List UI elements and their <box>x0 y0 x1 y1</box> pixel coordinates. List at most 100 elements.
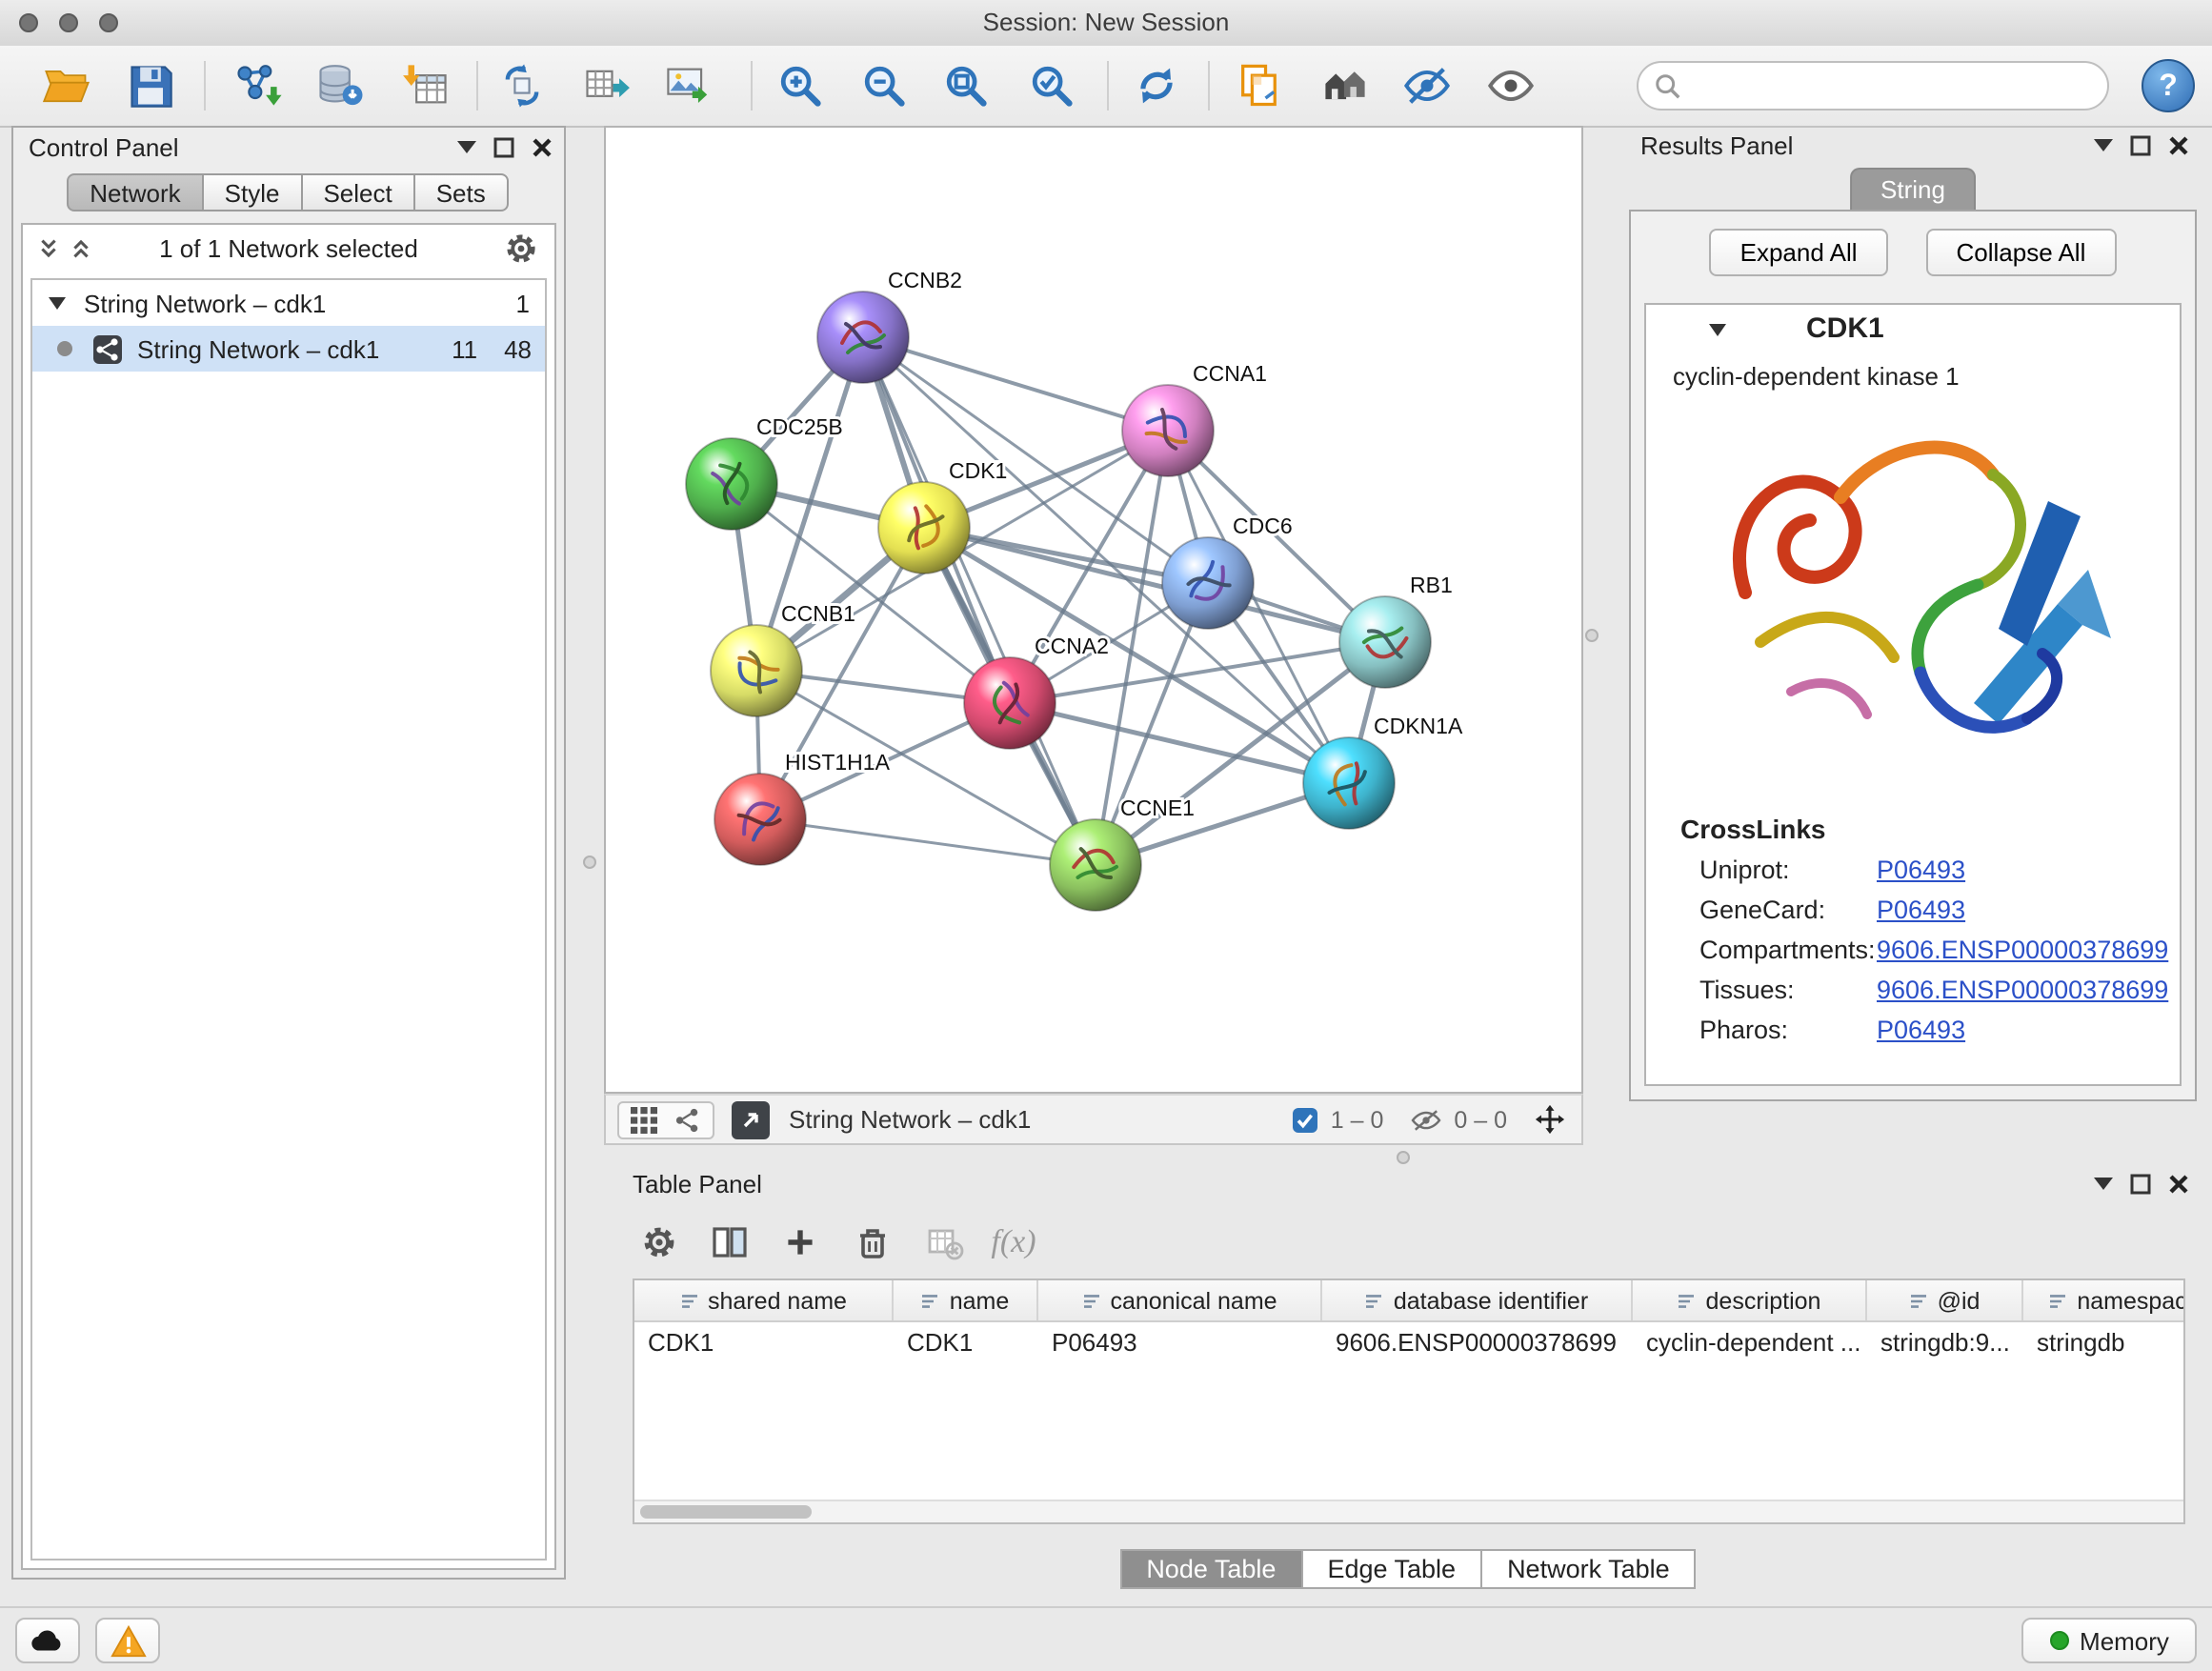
minimize-window-button[interactable] <box>59 13 78 32</box>
control-tab-style[interactable]: Style <box>202 173 303 211</box>
crosslink-value-link[interactable]: P06493 <box>1877 856 1965 884</box>
new-network-from-selection-button[interactable] <box>575 55 636 116</box>
column-header-description[interactable]: description <box>1633 1280 1867 1320</box>
bottom-splitter-handle[interactable] <box>1397 1151 1410 1164</box>
help-button[interactable]: ? <box>2142 59 2195 112</box>
home-browser-button[interactable] <box>1315 55 1376 116</box>
save-session-button[interactable] <box>120 55 181 116</box>
network-canvas[interactable]: CCNB2CCNA1CDC25BCDK1CDC6RB1CCNB1CCNA2CDK… <box>604 126 1583 1094</box>
network-node-circle-CCNB1[interactable] <box>711 625 802 716</box>
crosslinks-heading: CrossLinks <box>1646 798 2180 850</box>
disclosure-triangle-icon[interactable] <box>48 295 67 311</box>
column-header-shared-name[interactable]: shared name <box>634 1280 894 1320</box>
network-node-circle-CCNA1[interactable] <box>1122 385 1214 476</box>
memory-button[interactable]: Memory <box>2021 1618 2197 1663</box>
control-tab-sets[interactable]: Sets <box>413 173 509 211</box>
import-network-file-button[interactable] <box>227 55 288 116</box>
tab-network-table[interactable]: Network Table <box>1480 1549 1697 1589</box>
hide-selected-button[interactable] <box>1397 55 1458 116</box>
gene-card-header[interactable]: CDK1 <box>1646 305 2180 354</box>
network-node-circle-CCNA2[interactable] <box>964 657 1056 749</box>
crosslink-value-link[interactable]: 9606.ENSP00000378699 <box>1877 976 2168 1004</box>
grid-view-icon[interactable] <box>631 1106 657 1133</box>
column-header--id[interactable]: @id <box>1867 1280 2023 1320</box>
network-edge-CCNA2-CDKN1A[interactable] <box>1010 703 1349 783</box>
expand-all-button[interactable]: Expand All <box>1710 229 1888 276</box>
network-node-circle-CCNB2[interactable] <box>817 292 909 383</box>
node-label-CCNA1: CCNA1 <box>1193 361 1267 386</box>
open-session-button[interactable] <box>36 55 97 116</box>
close-panel-icon[interactable] <box>532 137 553 158</box>
warnings-button[interactable] <box>95 1618 160 1663</box>
left-splitter-handle[interactable] <box>583 856 596 869</box>
column-header-canonical-name[interactable]: canonical name <box>1038 1280 1322 1320</box>
table-settings-button[interactable] <box>636 1219 682 1265</box>
float-panel-icon[interactable] <box>2130 135 2151 156</box>
table-panel: Table Panel f(x) <box>617 1164 2201 1593</box>
scrollbar-thumb[interactable] <box>640 1505 812 1519</box>
crosslink-value-link[interactable]: P06493 <box>1877 1016 1965 1044</box>
table-row[interactable]: CDK1CDK1P064939606.ENSP00000378699cyclin… <box>634 1322 2183 1362</box>
panel-menu-icon[interactable] <box>2094 139 2113 152</box>
crosslink-value-link[interactable]: 9606.ENSP00000378699 <box>1877 936 2168 964</box>
network-node-circle-CDKN1A[interactable] <box>1303 737 1395 829</box>
collapse-all-button[interactable]: Collapse All <box>1926 229 2117 276</box>
gear-icon[interactable] <box>503 231 539 267</box>
show-all-button[interactable] <box>1480 55 1541 116</box>
control-tab-select[interactable]: Select <box>300 173 414 211</box>
network-node-circle-CDK1[interactable] <box>878 482 970 574</box>
close-panel-icon[interactable] <box>2168 1174 2189 1195</box>
network-node-circle-RB1[interactable] <box>1339 596 1431 688</box>
import-network-database-button[interactable] <box>309 55 370 116</box>
network-collection-row[interactable]: String Network – cdk1 1 <box>32 280 545 326</box>
zoom-selected-button[interactable] <box>1021 55 1082 116</box>
first-neighbors-button[interactable] <box>492 55 553 116</box>
hidden-eye-icon[interactable] <box>1410 1106 1442 1133</box>
float-panel-icon[interactable] <box>2130 1174 2151 1195</box>
import-table-button[interactable] <box>396 55 457 116</box>
network-node-circle-CCNE1[interactable] <box>1050 819 1141 911</box>
copy-document-button[interactable] <box>1229 55 1290 116</box>
zoom-in-button[interactable] <box>770 55 831 116</box>
network-edge-CCNB2-CCNE1[interactable] <box>863 337 1096 865</box>
search-input[interactable] <box>1692 65 2100 111</box>
tab-node-table[interactable]: Node Table <box>1119 1549 1302 1589</box>
tab-edge-table[interactable]: Edge Table <box>1300 1549 1482 1589</box>
function-builder-button[interactable]: f(x) <box>991 1219 1036 1265</box>
crosslink-value-link[interactable]: P06493 <box>1877 896 1965 924</box>
network-selection-status: 1 of 1 Network selected <box>23 225 554 274</box>
apply-preferred-layout-button[interactable] <box>1126 55 1187 116</box>
zoom-fit-button[interactable] <box>935 55 996 116</box>
network-node-circle-CDC25B[interactable] <box>686 438 777 530</box>
panel-menu-icon[interactable] <box>2094 1178 2113 1191</box>
panel-menu-icon[interactable] <box>457 141 476 154</box>
network-graph[interactable]: CCNB2CCNA1CDC25BCDK1CDC6RB1CCNB1CCNA2CDK… <box>606 128 1581 1092</box>
close-window-button[interactable] <box>19 13 38 32</box>
column-header-name[interactable]: name <box>894 1280 1038 1320</box>
selected-checkbox-icon[interactable] <box>1293 1106 1319 1133</box>
right-splitter-handle[interactable] <box>1585 629 1599 642</box>
network-edge-HIST1H1A-CCNE1[interactable] <box>760 819 1096 865</box>
detach-view-button[interactable] <box>732 1100 770 1138</box>
zoom-out-button[interactable] <box>854 55 915 116</box>
column-header-namespac[interactable]: namespac <box>2023 1280 2185 1320</box>
control-tab-network[interactable]: Network <box>67 173 203 211</box>
network-node-circle-CDC6[interactable] <box>1162 537 1254 629</box>
network-row-selected[interactable]: String Network – cdk1 11 48 <box>32 326 545 372</box>
cloud-status-button[interactable] <box>15 1618 80 1663</box>
export-image-button[interactable] <box>657 55 718 116</box>
disclosure-triangle-icon[interactable] <box>1707 322 1728 337</box>
zoom-window-button[interactable] <box>99 13 118 32</box>
network-view-icon[interactable] <box>674 1106 701 1133</box>
tab-string[interactable]: String <box>1850 168 1976 210</box>
delete-column-button[interactable] <box>850 1219 895 1265</box>
float-panel-icon[interactable] <box>493 137 514 158</box>
close-panel-icon[interactable] <box>2168 135 2189 156</box>
show-columns-button[interactable] <box>707 1219 753 1265</box>
network-edge-CCNB2-CCNA1[interactable] <box>863 337 1168 431</box>
table-horizontal-scrollbar[interactable] <box>634 1500 2183 1522</box>
column-header-database-identifier[interactable]: database identifier <box>1322 1280 1633 1320</box>
create-column-button[interactable] <box>777 1219 823 1265</box>
pan-crosshair-icon[interactable] <box>1534 1103 1566 1136</box>
network-node-circle-HIST1H1A[interactable] <box>714 774 806 865</box>
